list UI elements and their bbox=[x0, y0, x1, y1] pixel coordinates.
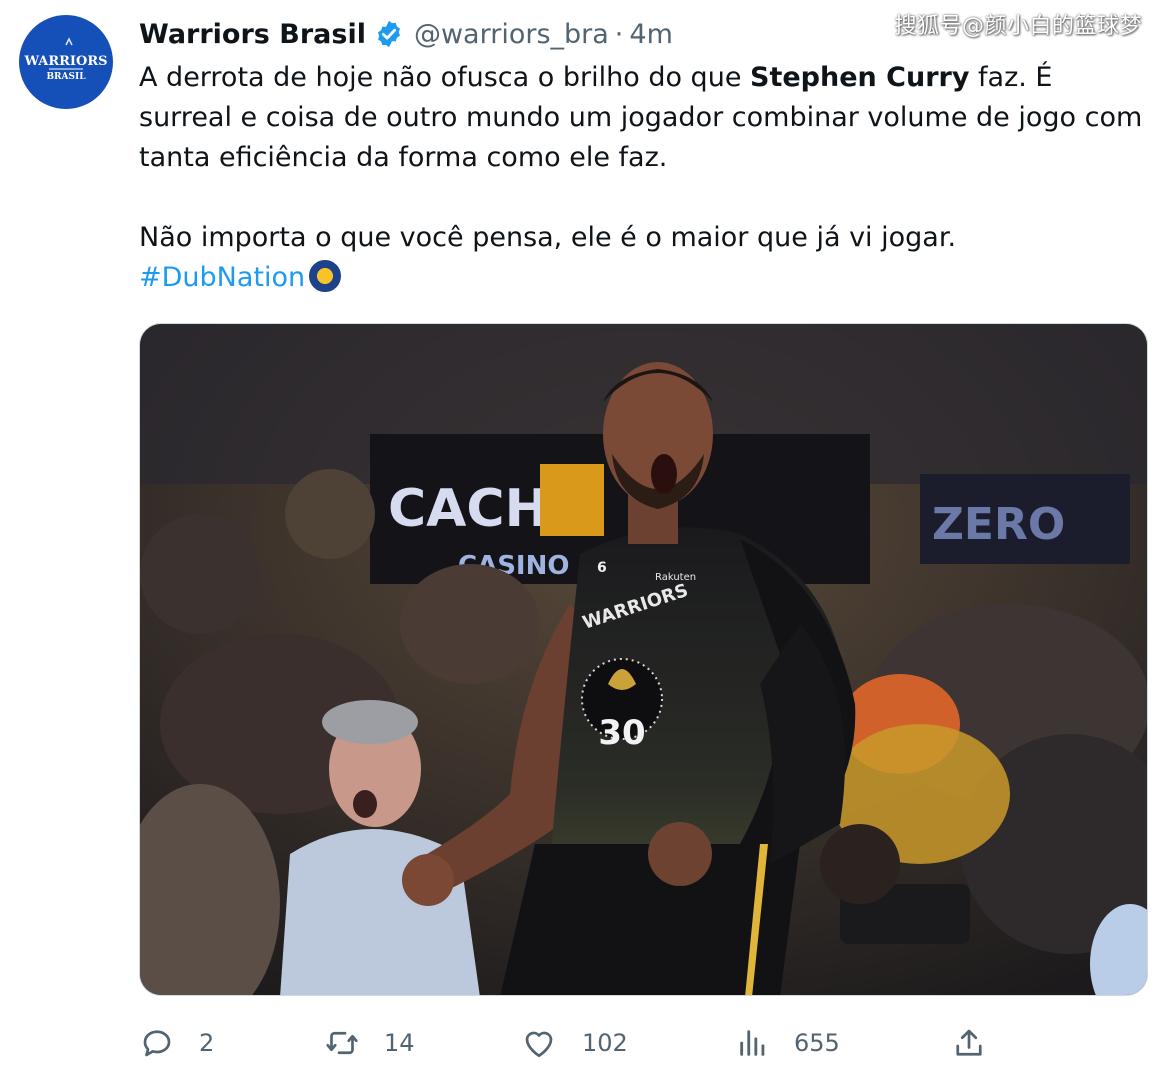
tweet-mention-name: Stephen Curry bbox=[750, 62, 970, 93]
jersey-number: 30 bbox=[598, 713, 645, 753]
author-display-name[interactable]: Warriors Brasil bbox=[139, 19, 366, 50]
jersey-small-number: 6 bbox=[597, 560, 607, 576]
jersey-sponsor: Rakuten bbox=[655, 572, 696, 583]
reply-count: 2 bbox=[199, 1029, 215, 1057]
avatar-logo-line1: WARRIORS bbox=[23, 54, 107, 69]
reply-icon bbox=[143, 1030, 171, 1057]
hashtag-link[interactable]: #DubNation bbox=[139, 262, 305, 293]
verified-badge-icon bbox=[374, 19, 404, 49]
author-avatar[interactable]: WARRIORS BRASIL bbox=[19, 15, 113, 109]
share-icon bbox=[956, 1029, 982, 1056]
tweet-header: Warriors Brasil @warriors_bra · 4m bbox=[139, 14, 673, 54]
like-count: 102 bbox=[582, 1029, 628, 1057]
source-watermark: 搜狐号@颜小白的篮球梦 bbox=[894, 14, 1142, 39]
view-count: 655 bbox=[794, 1029, 840, 1057]
avatar-logo-line2: BRASIL bbox=[46, 72, 86, 82]
retweet-button[interactable]: 14 bbox=[324, 1020, 415, 1066]
tweet-timestamp[interactable]: 4m bbox=[629, 19, 672, 50]
tweet-action-bar: 2 14 102 655 bbox=[139, 1020, 999, 1066]
arena-sign-zero: ZERO bbox=[932, 499, 1065, 550]
like-button[interactable]: 102 bbox=[520, 1020, 628, 1066]
header-separator: · bbox=[614, 18, 624, 50]
reply-button[interactable]: 2 bbox=[139, 1020, 214, 1066]
hashtag-line: #DubNation bbox=[139, 258, 1149, 298]
tweet-paragraph-2: Não importa o que você pensa, ele é o ma… bbox=[139, 222, 957, 253]
curry-celebration-photo: CACHE CASINO R ZERO 30 WARRIORS 6 Rakute… bbox=[140, 324, 1147, 995]
tweet-photo[interactable]: CACHE CASINO R ZERO 30 WARRIORS 6 Rakute… bbox=[139, 323, 1148, 996]
warriors-brasil-logo: WARRIORS BRASIL bbox=[23, 37, 108, 82]
warriors-ball-emoji-icon bbox=[309, 260, 342, 292]
retweet-count: 14 bbox=[384, 1029, 415, 1057]
author-handle[interactable]: @warriors_bra bbox=[414, 19, 609, 50]
tweet-text-segment: A derrota de hoje não ofusca o brilho do… bbox=[139, 62, 751, 93]
views-icon bbox=[740, 1030, 765, 1056]
like-icon bbox=[525, 1031, 553, 1058]
share-button[interactable] bbox=[951, 1020, 987, 1066]
retweet-icon bbox=[326, 1031, 358, 1055]
tweet-body: A derrota de hoje não ofusca o brilho do… bbox=[139, 58, 1149, 298]
tweet-paragraph-1: A derrota de hoje não ofusca o brilho do… bbox=[139, 58, 1149, 178]
views-button[interactable]: 655 bbox=[736, 1020, 840, 1066]
